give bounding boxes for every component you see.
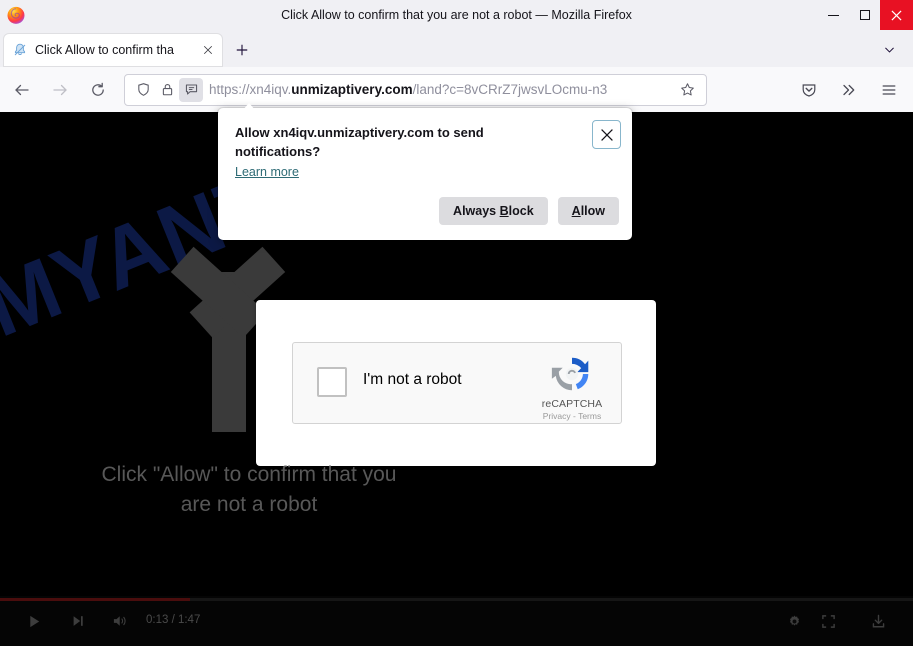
toolbar-right-actions <box>785 74 913 106</box>
up-arrow-pointer-icon <box>212 272 246 432</box>
maximize-icon <box>859 10 870 20</box>
browser-window: Click Allow to confirm that you are not … <box>0 0 913 646</box>
hamburger-menu-icon <box>882 84 896 95</box>
page-instruction-line1: Click "Allow" to confirm that you <box>101 463 397 486</box>
window-controls <box>818 0 913 30</box>
download-icon <box>872 614 884 627</box>
close-icon <box>600 128 613 141</box>
video-controls-bar: 0:13 / 1:47 <box>0 596 913 646</box>
forward-button[interactable] <box>44 74 76 106</box>
app-menu-button[interactable] <box>873 74 905 106</box>
video-progress-fill <box>0 598 190 601</box>
page-instruction-line2: are not a robot <box>180 493 318 516</box>
page-instruction-text: Click "Allow" to confirm that you are no… <box>34 460 464 520</box>
allow-button[interactable]: Allow <box>557 197 619 225</box>
always-block-accesskey: B <box>499 204 509 218</box>
learn-more-link[interactable]: Learn more <box>235 165 299 179</box>
pocket-save-button[interactable] <box>793 74 825 106</box>
always-block-button[interactable]: Always Block <box>439 197 548 225</box>
overflow-menu-button[interactable] <box>833 74 865 106</box>
reload-icon <box>92 82 104 96</box>
minimize-button[interactable] <box>818 0 849 30</box>
shield-icon[interactable] <box>131 78 155 102</box>
download-button[interactable] <box>864 608 892 634</box>
recaptcha-brand-name: reCAPTCHA <box>541 398 603 410</box>
list-all-tabs-button[interactable] <box>875 35 903 63</box>
close-icon <box>891 9 902 21</box>
firefox-logo-icon <box>6 5 26 25</box>
next-button[interactable] <box>64 608 92 634</box>
video-progress-bar[interactable] <box>0 598 913 601</box>
bell-notification-icon <box>12 42 28 58</box>
fullscreen-icon <box>821 614 835 628</box>
popup-close-button[interactable] <box>592 120 621 149</box>
next-track-icon <box>73 616 83 626</box>
recaptcha-terms[interactable]: Privacy - Terms <box>533 411 611 421</box>
recaptcha-branding: reCAPTCHA Privacy - Terms <box>533 351 611 421</box>
notification-permission-icon[interactable] <box>179 77 203 102</box>
window-title: Click Allow to confirm that you are not … <box>281 8 632 22</box>
url-text[interactable]: https://xn4iqv.unmizaptivery.com/land?c=… <box>209 75 674 105</box>
forward-arrow-icon <box>53 84 67 95</box>
maximize-button[interactable] <box>849 0 880 30</box>
allow-accesskey: A <box>571 204 581 218</box>
fullscreen-button[interactable] <box>814 608 842 634</box>
minimize-icon <box>828 14 839 16</box>
close-window-button[interactable] <box>880 0 913 30</box>
recaptcha-card: I'm not a robot reCAPTCHA Privacy - Term… <box>256 300 656 466</box>
pocket-save-icon <box>802 83 816 97</box>
gear-icon <box>789 615 799 626</box>
url-path: /land?c=8vCRrZ7jwsvLOcmu-n3 <box>412 81 608 97</box>
tab-title: Click Allow to confirm tha <box>35 43 174 57</box>
back-arrow-icon <box>15 84 29 95</box>
padlock-icon[interactable] <box>155 78 179 102</box>
browser-tab[interactable]: Click Allow to confirm tha <box>4 34 222 66</box>
popup-buttons: Always Block Allow <box>439 197 619 225</box>
popup-title: Allow xn4iqv.unmizaptivery.com to send n… <box>235 125 484 159</box>
recaptcha-label: I'm not a robot <box>363 371 462 388</box>
address-bar[interactable]: https://xn4iqv.unmizaptivery.com/land?c=… <box>124 73 707 106</box>
video-time-display: 0:13 / 1:47 <box>146 614 201 626</box>
recaptcha-logo-icon <box>549 351 595 397</box>
settings-button[interactable] <box>780 608 808 634</box>
volume-button[interactable] <box>106 608 134 634</box>
plus-icon <box>236 44 248 56</box>
recaptcha-checkbox[interactable] <box>317 367 347 397</box>
close-tab-icon[interactable] <box>200 42 216 58</box>
url-domain: unmizaptivery.com <box>291 81 413 97</box>
navigation-toolbar: https://xn4iqv.unmizaptivery.com/land?c=… <box>0 67 913 112</box>
play-icon <box>29 615 39 627</box>
chevron-down-icon <box>884 47 894 53</box>
recaptcha-widget[interactable]: I'm not a robot reCAPTCHA Privacy - Term… <box>292 342 622 424</box>
star-icon[interactable] <box>674 77 700 103</box>
double-chevron-right-icon <box>843 84 855 95</box>
reload-button[interactable] <box>82 74 114 106</box>
new-tab-button[interactable] <box>227 35 257 65</box>
tab-strip: Click Allow to confirm tha <box>0 30 913 67</box>
url-prefix: https://xn4iqv. <box>209 81 292 97</box>
volume-on-icon <box>113 616 126 626</box>
back-button[interactable] <box>6 74 38 106</box>
notification-permission-popup: Allow xn4iqv.unmizaptivery.com to send n… <box>218 108 632 240</box>
title-bar: Click Allow to confirm that you are not … <box>0 0 913 30</box>
play-button[interactable] <box>20 608 48 634</box>
